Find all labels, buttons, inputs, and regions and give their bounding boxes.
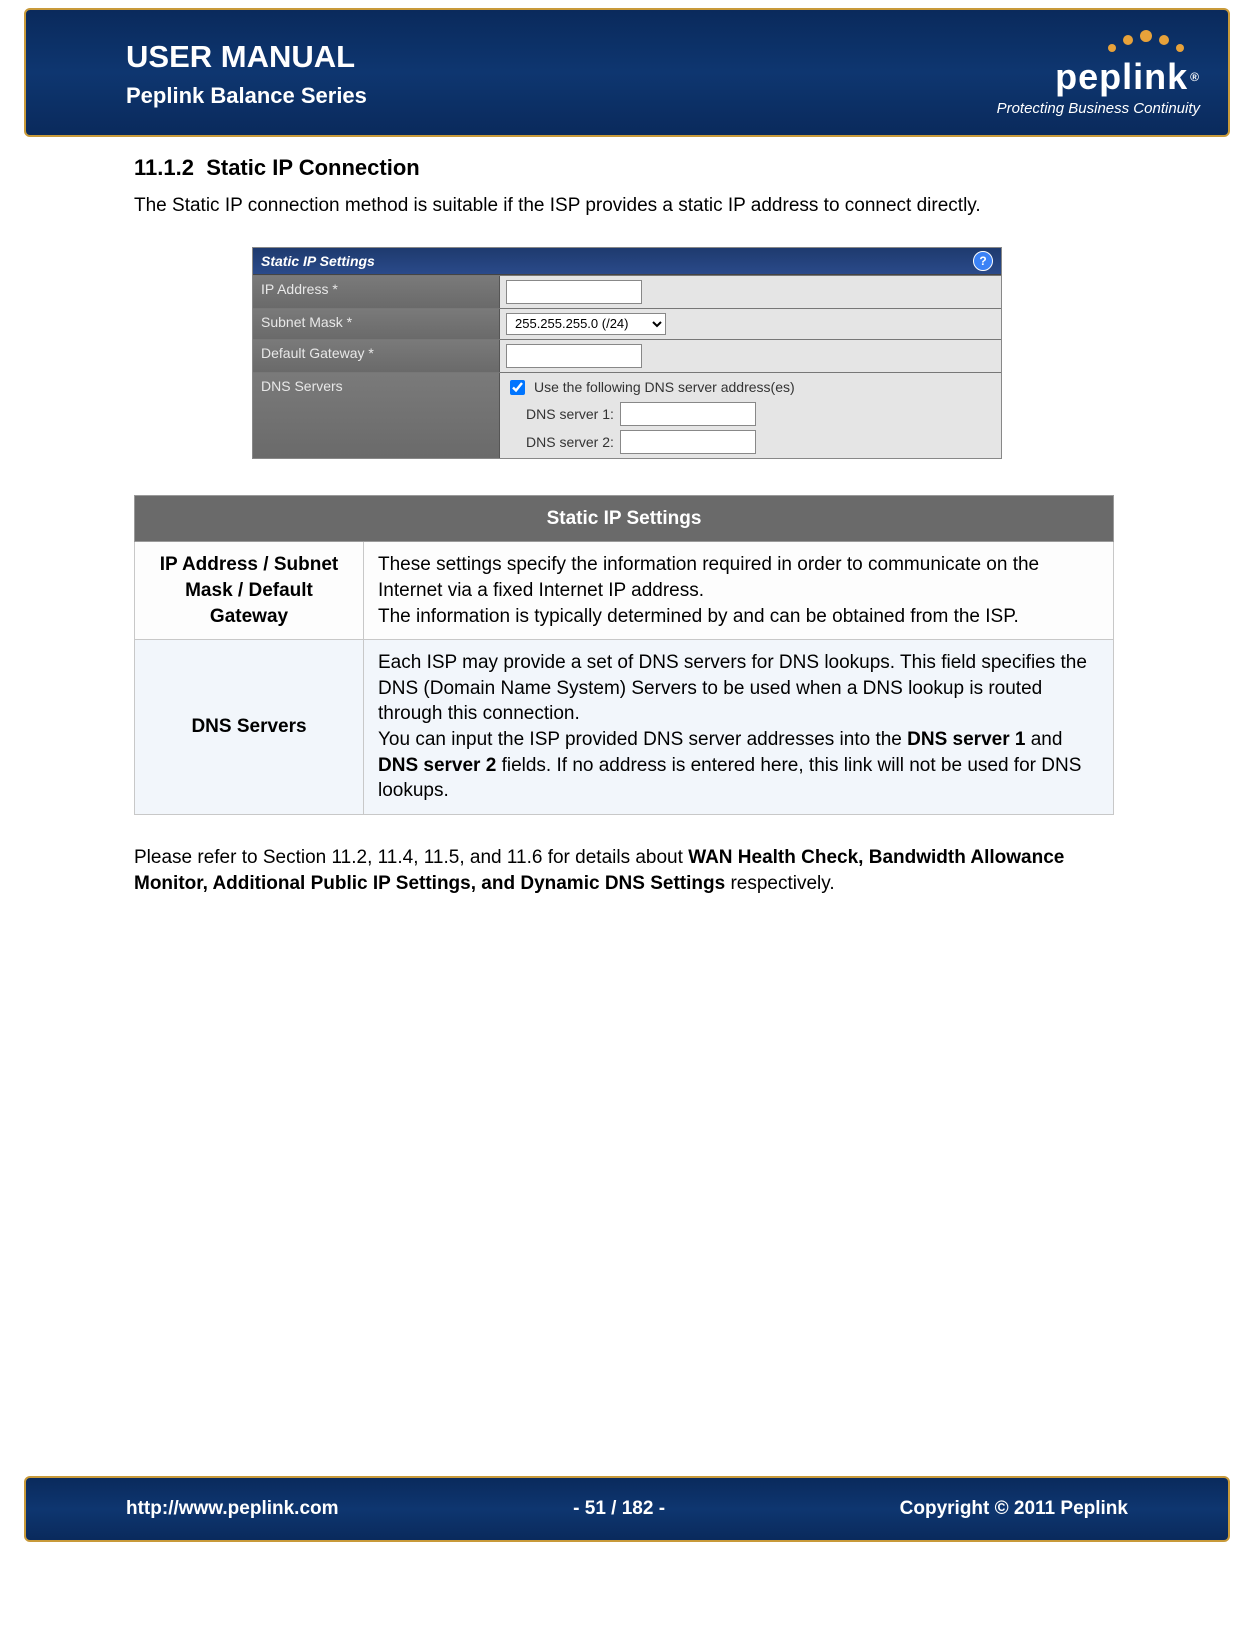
header-right: peplink® Protecting Business Continuity <box>997 30 1200 117</box>
page-footer: http://www.peplink.com - 51 / 182 - Copy… <box>24 1476 1230 1542</box>
footer-copyright: Copyright © 2011 Peplink <box>900 1498 1128 1520</box>
header-left: USER MANUAL Peplink Balance Series <box>126 39 367 109</box>
row-subnet-mask: Subnet Mask * 255.255.255.0 (/24) <box>253 308 1001 339</box>
manual-subtitle: Peplink Balance Series <box>126 83 367 109</box>
default-gateway-input[interactable] <box>506 344 642 368</box>
logo: peplink® Protecting Business Continuity <box>997 30 1200 117</box>
desc-row2-p1: Each ISP may provide a set of DNS server… <box>378 650 1099 727</box>
page-content: 11.1.2 Static IP Connection The Static I… <box>24 155 1230 896</box>
dns-servers-label: DNS Servers <box>253 373 500 458</box>
logo-dots-icon <box>1100 30 1200 54</box>
manual-title: USER MANUAL <box>126 39 367 75</box>
desc-row1-label: IP Address / Subnet Mask / Default Gatew… <box>135 542 364 640</box>
section-heading: 11.1.2 Static IP Connection <box>134 155 1120 181</box>
use-following-dns-checkbox[interactable] <box>510 380 525 395</box>
page-header: USER MANUAL Peplink Balance Series pepli… <box>24 8 1230 137</box>
section-number: 11.1.2 <box>134 155 194 180</box>
section-intro: The Static IP connection method is suita… <box>134 193 1120 219</box>
logo-text: peplink® <box>1055 56 1200 98</box>
help-icon[interactable]: ? <box>973 251 993 271</box>
use-following-dns-row: Use the following DNS server address(es) <box>506 377 995 398</box>
subnet-mask-select[interactable]: 255.255.255.0 (/24) <box>506 313 666 335</box>
desc-table-header: Static IP Settings <box>135 495 1114 542</box>
dns-server-1-input[interactable] <box>620 402 756 426</box>
dns-server-1-label: DNS server 1: <box>526 406 614 422</box>
dns-server-2-row: DNS server 2: <box>526 430 995 454</box>
row-default-gateway: Default Gateway * <box>253 339 1001 372</box>
table-row: IP Address / Subnet Mask / Default Gatew… <box>135 542 1114 640</box>
logo-word-text: peplink <box>1055 56 1188 98</box>
panel-titlebar: Static IP Settings ? <box>253 248 1001 275</box>
default-gateway-label: Default Gateway * <box>253 340 500 372</box>
table-row: DNS Servers Each ISP may provide a set o… <box>135 640 1114 815</box>
desc-row2-p2: You can input the ISP provided DNS serve… <box>378 727 1099 804</box>
ip-address-label: IP Address * <box>253 276 500 308</box>
section-title: Static IP Connection <box>206 155 420 180</box>
dns-server-1-row: DNS server 1: <box>526 402 995 426</box>
row-ip-address: IP Address * <box>253 275 1001 308</box>
ip-address-input[interactable] <box>506 280 642 304</box>
static-ip-panel: Static IP Settings ? IP Address * Subnet… <box>252 247 1002 459</box>
description-table: Static IP Settings IP Address / Subnet M… <box>134 495 1114 815</box>
use-following-dns-label: Use the following DNS server address(es) <box>534 379 795 395</box>
desc-row1-p1: These settings specify the information r… <box>378 552 1099 603</box>
dns-server-2-label: DNS server 2: <box>526 434 614 450</box>
panel-title: Static IP Settings <box>261 253 375 269</box>
footer-page: - 51 / 182 - <box>573 1498 665 1520</box>
desc-row2-label: DNS Servers <box>135 640 364 815</box>
footer-url: http://www.peplink.com <box>126 1498 339 1520</box>
desc-row2-body: Each ISP may provide a set of DNS server… <box>364 640 1114 815</box>
dns-server-2-input[interactable] <box>620 430 756 454</box>
desc-row1-p2: The information is typically determined … <box>378 604 1099 630</box>
subnet-mask-label: Subnet Mask * <box>253 309 500 339</box>
row-dns-servers: DNS Servers Use the following DNS server… <box>253 372 1001 458</box>
desc-row1-body: These settings specify the information r… <box>364 542 1114 640</box>
logo-tagline: Protecting Business Continuity <box>997 100 1200 117</box>
footnote: Please refer to Section 11.2, 11.4, 11.5… <box>134 845 1120 896</box>
